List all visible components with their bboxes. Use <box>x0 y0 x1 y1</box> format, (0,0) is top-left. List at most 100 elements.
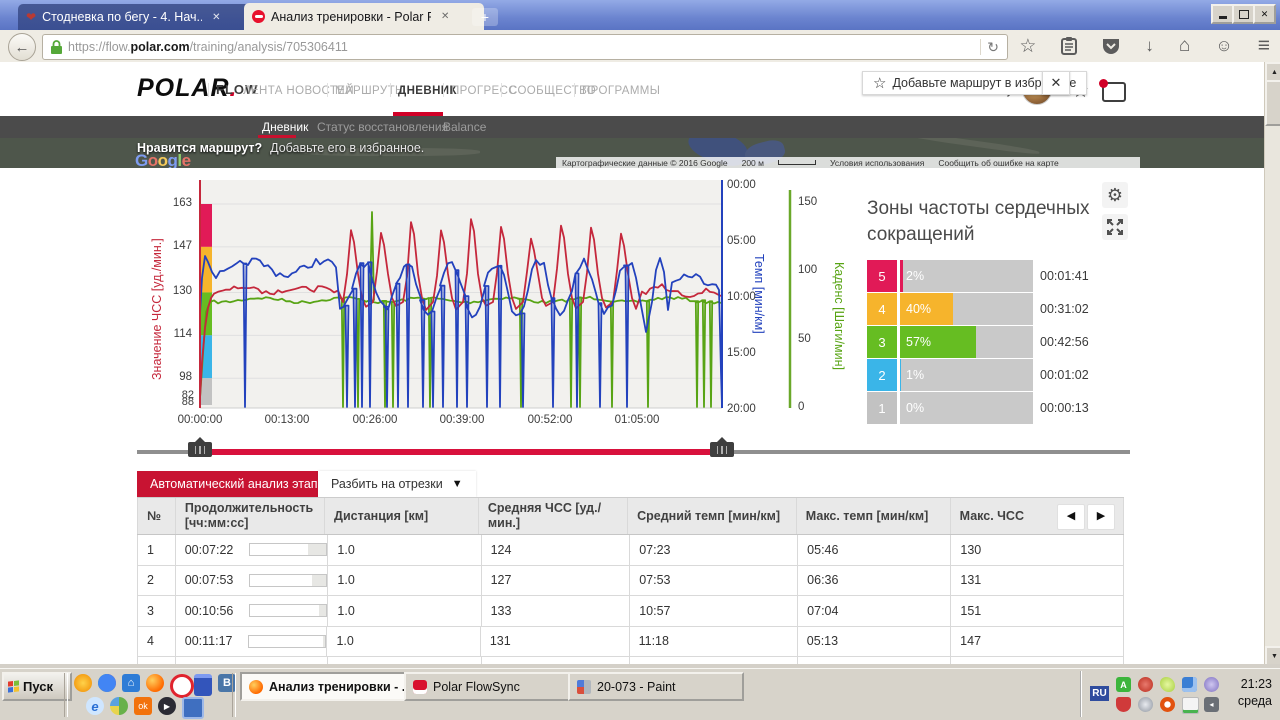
ok-icon[interactable]: ok <box>134 697 152 715</box>
task-flowsync-button[interactable]: Polar FlowSync <box>404 672 580 701</box>
nav-diary[interactable]: ДНЕВНИК <box>398 85 457 97</box>
menu-hamburger-icon[interactable]: ≡ <box>1258 34 1270 58</box>
x-tick: 01:05:00 <box>602 414 672 426</box>
slider-handle-left[interactable] <box>188 442 212 457</box>
browser-tab-1[interactable]: ❤ Стодневка по бегу - 4. Нач... ✕ <box>18 4 258 30</box>
map-terms-link[interactable]: Условия использования <box>830 158 924 168</box>
duration-bar <box>249 604 327 617</box>
ie-icon[interactable]: e <box>86 697 104 715</box>
subnav-diary[interactable]: Дневник <box>262 120 308 134</box>
restore-button[interactable] <box>1232 4 1255 24</box>
laps-table-header: № Продолжительность [чч:мм:сс] Дистанция… <box>137 498 1124 535</box>
media-player-icon[interactable]: ▶ <box>158 697 176 715</box>
clipboard-icon[interactable] <box>1061 37 1077 55</box>
tab-close-icon[interactable]: ✕ <box>441 11 449 22</box>
tray-leaf-icon[interactable] <box>1160 677 1175 692</box>
hr-tick: 130 <box>162 285 192 297</box>
tray-bug-icon[interactable] <box>1138 677 1153 692</box>
reload-icon[interactable]: ↻ <box>987 39 999 56</box>
scroll-down-icon[interactable]: ▼ <box>1265 646 1280 664</box>
clock-time: 21:23 <box>1238 676 1272 693</box>
zone-number: 5 <box>867 260 897 292</box>
tray-antivirus-icon[interactable]: A <box>1116 677 1131 692</box>
back-button[interactable]: ← <box>8 33 36 61</box>
expand-icon[interactable] <box>1102 214 1128 240</box>
amigo-icon[interactable] <box>74 674 92 692</box>
lap-row-4[interactable]: 4 00:11:17 1.0 131 11:18 05:13 147 <box>137 627 1124 658</box>
tray-torrent-icon[interactable] <box>1204 677 1219 692</box>
dropdown-icon: ▼ <box>452 478 463 490</box>
x-tick: 00:13:00 <box>252 414 322 426</box>
taskbar-divider <box>232 673 236 717</box>
prev-column-button[interactable]: ◀ <box>1057 504 1085 530</box>
zone-number: 3 <box>867 326 897 358</box>
feedback-smiley-icon[interactable]: ☺ <box>1215 36 1232 56</box>
close-button[interactable]: ✕ <box>1253 4 1276 24</box>
zone-percent: 0% <box>906 401 924 415</box>
start-button[interactable]: Пуск <box>2 672 72 701</box>
pocket-icon[interactable] <box>1102 38 1120 55</box>
bookmark-star-icon[interactable]: ☆ <box>1019 35 1036 58</box>
url-bar[interactable]: https://flow.polar.com/training/analysis… <box>42 34 1008 60</box>
slider-handle-right[interactable] <box>710 442 734 457</box>
split-segments-tab[interactable]: Разбить на отрезки▼ <box>318 471 476 497</box>
map-attribution: Картографические данные © 2016 Google 20… <box>556 157 1140 168</box>
auto-lap-analysis-tab[interactable]: Автоматический анализ этапов <box>137 471 344 497</box>
tray-network-icon[interactable] <box>1182 677 1197 692</box>
tab-title: Стодневка по бегу - 4. Нач... <box>42 10 202 24</box>
route-map[interactable]: Нравится маршрут?Добавьте его в избранно… <box>0 138 1264 168</box>
lap-row-1[interactable]: 1 00:07:22 1.0 124 07:23 05:46 130 <box>137 535 1124 566</box>
firefox-icon[interactable] <box>146 674 164 692</box>
lap-row-2[interactable]: 2 00:07:53 1.0 127 07:53 06:36 131 <box>137 566 1124 597</box>
tray-mail-icon[interactable] <box>1182 697 1199 714</box>
taskbar-clock[interactable]: 21:23 среда <box>1238 676 1272 710</box>
messages-icon[interactable] <box>1102 82 1126 102</box>
map-report-link[interactable]: Сообщить об ошибке на карте <box>938 158 1058 168</box>
language-indicator[interactable]: RU <box>1090 686 1109 701</box>
system-tray: RU A ◂ 21:23 среда <box>1080 671 1280 717</box>
gear-icon[interactable]: ⚙ <box>1102 182 1128 208</box>
home-icon[interactable]: ⌂ <box>1179 35 1190 57</box>
map-scale-bar <box>778 160 816 165</box>
pace-tick: 05:00 <box>727 235 756 247</box>
tray-shield-icon[interactable] <box>1116 697 1131 712</box>
lap-row-5[interactable]: 5 00:10:23 1.0 134 10:24 05:03 151 <box>137 657 1124 664</box>
tray-volume-icon[interactable]: ◂ <box>1204 697 1219 712</box>
url-domain: polar.com <box>131 40 190 54</box>
scrollbar-thumb[interactable] <box>1265 80 1280 126</box>
new-tab-button[interactable]: + <box>472 8 498 26</box>
banner-close-button[interactable]: ✕ <box>1042 71 1070 95</box>
scroll-up-icon[interactable]: ▲ <box>1265 62 1280 82</box>
page-scrollbar[interactable]: ▲ ▼ <box>1264 62 1280 664</box>
save-disk-icon[interactable] <box>194 674 212 696</box>
task-firefox-button[interactable]: Анализ тренировки - ... <box>240 672 418 701</box>
task-paint-button[interactable]: 20-073 - Paint <box>568 672 744 701</box>
range-slider-selection[interactable] <box>200 449 722 455</box>
tab-close-icon[interactable]: ✕ <box>212 12 220 23</box>
browser-tab-2[interactable]: Анализ тренировки - Polar F... ✕ <box>244 3 484 30</box>
subnav-recovery[interactable]: Статус восстановления <box>317 120 448 134</box>
subnav-balance[interactable]: Balance <box>443 120 486 134</box>
minimize-button[interactable] <box>1211 4 1234 24</box>
nav-progress[interactable]: ПРОГРЕСС <box>451 85 517 97</box>
col-avg-pace: Средний темп [мин/км] <box>628 498 797 534</box>
google-logo[interactable]: Google <box>135 151 191 168</box>
hr-axis-label: Значение ЧСС [уд./мин.] <box>150 238 164 380</box>
tray-agent-icon[interactable] <box>1160 697 1175 712</box>
opera-icon[interactable] <box>170 674 194 698</box>
tray-webcam-icon[interactable] <box>1138 697 1153 712</box>
zone-number: 2 <box>867 359 897 391</box>
utility-icon[interactable] <box>182 697 204 719</box>
chrome-icon[interactable] <box>98 674 116 692</box>
downloads-icon[interactable]: ↓ <box>1145 36 1154 56</box>
next-column-button[interactable]: ▶ <box>1087 504 1115 530</box>
zone-bar: 2% <box>900 260 1033 292</box>
mailru-icon[interactable]: ⌂ <box>122 674 140 692</box>
flowsync-icon <box>413 680 427 694</box>
nav-programs[interactable]: ПРОГРАММЫ <box>582 85 660 97</box>
zone-bar: 0% <box>900 392 1033 424</box>
nav-routes[interactable]: МАРШРУТЫ <box>335 85 406 97</box>
maps-icon[interactable] <box>110 697 128 715</box>
lap-row-3[interactable]: 3 00:10:56 1.0 133 10:57 07:04 151 <box>137 596 1124 627</box>
attribution-text: Картографические данные © 2016 Google <box>562 158 728 168</box>
